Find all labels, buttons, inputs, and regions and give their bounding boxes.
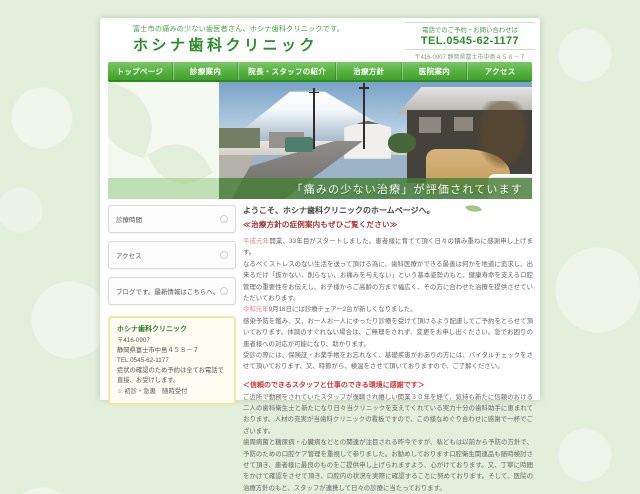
utility-pole <box>363 83 365 149</box>
prevention-paragraph: 歯周病菌と糖尿病・心臓病などとの関連が注目される昨今ですが、私どもは以前から予防… <box>243 437 533 494</box>
house-window <box>454 117 473 131</box>
philosophy-paragraph: なるべくストレスのない生活を送って頂ける為に、歯科医療ができる最善は何かを地道に… <box>243 259 533 305</box>
chair-news-paragraph: 令和元年9月18日には診療チェアー2台が新しくなりました。 <box>243 304 533 315</box>
phone-box: 電話でのご予約・お問い合わせは TEL.0545-62-1177 〒416-09… <box>405 22 535 61</box>
visit-notes-paragraph: 受診の際には、保険証・お薬手帳をお忘れなく、基礎疾患がおありの方には、バイタルチ… <box>243 350 533 373</box>
house-window <box>419 117 441 133</box>
nav-item-policy[interactable]: 治療方針 <box>336 62 402 80</box>
sidebar-item-blog-label: ブログです。最新情報はこちらへ。 <box>116 286 219 296</box>
main-content: ようこそ、ホシナ歯科クリニックのホームページへ。 ≪治療方針の症例案内もぜひご覧… <box>243 205 533 494</box>
site-header: 富士市の痛みの少ない歯医者さん、ホシナ歯科クリニックです。 ホシナ歯科クリニック… <box>100 18 540 62</box>
circle-bullet-icon <box>220 287 228 295</box>
nav-item-clinic-guide[interactable]: 医院案内 <box>402 62 468 80</box>
nav-item-access[interactable]: アクセス <box>467 62 532 80</box>
nav-item-staff[interactable]: 院長・スタッフの紹介 <box>238 62 336 80</box>
clinic-info-box: ホシナ歯科クリニック 〒416-0907 静岡県富士市中島４５８－７ TEL 0… <box>108 316 236 405</box>
white-house <box>344 121 391 159</box>
phone-number: TEL.0545-62-1177 <box>405 34 535 50</box>
circle-bullet-icon <box>220 215 228 223</box>
staff-heading: ＜信頼のできるスタッフと仕事のできる環境に感謝です＞ <box>243 380 533 390</box>
clinic-street-address: 静岡県富士市中島４５８－７ <box>117 346 227 356</box>
greeting-paragraph: 平成元年開業、33年目がスタートしました。患者様に育てて頂く日々の積み重ねに感謝… <box>243 236 533 259</box>
staff-paragraph: ご近所で勤務をされていたスタッフが復職され嬉しい開業３０年を経て、気持も新たに信… <box>243 392 533 438</box>
reservation-note: 症状の確認のため予約は全てお電話で直接、お受けします。 <box>117 366 227 386</box>
nav-item-top[interactable]: トップページ <box>108 62 173 80</box>
main-nav: トップページ 診療案内 院長・スタッフの紹介 治療方針 医院案内 アクセス <box>108 62 532 82</box>
hero-banner-caption: 「痛みの少ない治療」が評価されています <box>219 178 532 199</box>
clinic-address: 〒416-0907 静岡県富士市中島４５８－７ <box>405 52 535 61</box>
era-highlight: 平成元年 <box>243 238 269 245</box>
reception-note: ☆ 初診・急患 随時受付 <box>117 387 227 397</box>
sidebar-item-hours[interactable]: 診療時間 <box>108 205 236 233</box>
greeting-text: 開業、33年目がスタートしました。患者様に育てて頂く日々の積み重ねに感謝申し上げ… <box>243 238 533 256</box>
greenery <box>388 133 416 153</box>
green-car <box>285 137 313 152</box>
clinic-name: ホシナ歯科クリニック <box>117 324 227 335</box>
hero-banner-left <box>108 178 219 199</box>
sidebar: 診療時間 アクセス ブログです。最新情報はこちらへ。 ホシナ歯科クリニック 〒4… <box>108 205 236 405</box>
nav-item-services[interactable]: 診療案内 <box>173 62 239 80</box>
clinic-postal: 〒416-0907 <box>117 336 227 346</box>
bare-tree <box>476 101 529 169</box>
sidebar-item-blog[interactable]: ブログです。最新情報はこちらへ。 <box>108 277 236 305</box>
site-title: ホシナ歯科クリニック <box>133 34 318 55</box>
hero-banner: 「痛みの少ない治療」が評価されています <box>108 178 532 199</box>
era-highlight: 令和元年 <box>243 306 269 313</box>
utility-pole <box>313 88 315 149</box>
sidebar-item-hours-label: 診療時間 <box>116 214 142 224</box>
circle-bullet-icon <box>220 251 228 259</box>
policy-subtitle: ≪治療方針の症例案内もぜひご覧ください≫ <box>243 219 533 230</box>
hedge <box>219 128 260 148</box>
welcome-heading: ようこそ、ホシナ歯科クリニックのホームページへ。 <box>243 205 533 216</box>
hero-section: 「痛みの少ない治療」が評価されています <box>108 82 532 199</box>
sidebar-item-access[interactable]: アクセス <box>108 241 236 269</box>
phone-label: 電話でのご予約・お問い合わせは <box>405 22 535 34</box>
clinic-tel: TEL 0545-62-1177 <box>117 356 227 366</box>
site-tagline: 富士市の痛みの少ない歯医者さん、ホシナ歯科クリニックです。 <box>133 24 344 34</box>
chair-news-text: 9月18日には診療チェアー2台が新しくなりました。 <box>269 306 417 313</box>
sidebar-item-access-label: アクセス <box>116 250 142 260</box>
reservation-paragraph: 感染予防を鑑み、又、お一人お一人にゆったり診療を受けて頂けるよう配慮してご予約を… <box>243 316 533 350</box>
page-container: 富士市の痛みの少ない歯医者さん、ホシナ歯科クリニックです。 ホシナ歯科クリニック… <box>100 18 540 400</box>
